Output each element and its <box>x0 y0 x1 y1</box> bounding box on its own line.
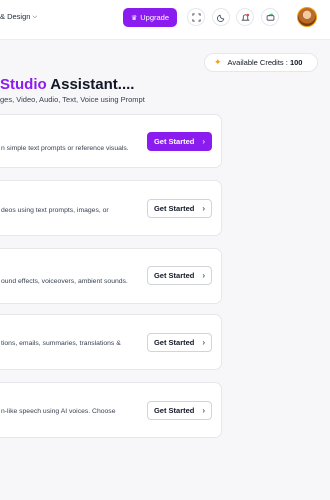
upgrade-label: Upgrade <box>140 13 170 22</box>
page-title-rest: Assistant.... <box>46 76 135 93</box>
nav-dropdown[interactable]: & Design ⌵ <box>0 12 37 21</box>
credits-value: 100 <box>289 58 303 67</box>
card-description: ound effects, voiceovers, ambient sounds… <box>1 278 128 285</box>
expand-icon <box>191 12 201 22</box>
moon-icon <box>216 14 224 22</box>
top-bar: & Design ⌵ ♛ Upgrade <box>0 0 330 40</box>
get-started-button[interactable]: Get Started › <box>147 401 212 420</box>
credits-badge: ✦ Available Credits : 100 <box>204 53 318 72</box>
sparkle-icon: ✦ <box>214 57 222 67</box>
tool-card-image: n simple text prompts or reference visua… <box>0 114 222 168</box>
chevron-down-icon: ⌵ <box>32 13 37 20</box>
chevron-right-icon: › <box>202 338 206 347</box>
chevron-right-icon: › <box>202 406 206 415</box>
card-description: n-like speech using AI voices. Choose <box>1 408 116 415</box>
chevron-right-icon: › <box>202 271 206 280</box>
upgrade-button[interactable]: ♛ Upgrade <box>123 8 177 27</box>
tool-card-video: deos using text prompts, images, or Get … <box>0 180 222 236</box>
wallet-button[interactable] <box>261 8 279 26</box>
avatar[interactable] <box>297 7 317 27</box>
theme-toggle-button[interactable] <box>212 8 230 26</box>
fullscreen-button[interactable] <box>187 8 205 26</box>
credits-label: Available Credits : <box>227 58 288 67</box>
get-started-button[interactable]: Get Started › <box>147 132 212 151</box>
get-started-label: Get Started <box>153 271 195 280</box>
get-started-button[interactable]: Get Started › <box>147 333 212 352</box>
notifications-button[interactable] <box>236 8 254 26</box>
get-started-button[interactable]: Get Started › <box>147 199 212 218</box>
crown-icon: ♛ <box>130 14 138 22</box>
chevron-right-icon: › <box>202 204 206 213</box>
bell-icon <box>240 13 250 21</box>
tool-card-audio: ound effects, voiceovers, ambient sounds… <box>0 248 222 304</box>
get-started-label: Get Started <box>153 137 195 146</box>
get-started-label: Get Started <box>153 406 195 415</box>
page-title: Studio Assistant.... <box>0 76 134 93</box>
card-description: deos using text prompts, images, or <box>1 207 109 214</box>
nav-dropdown-label: & Design <box>0 12 31 21</box>
card-description: n simple text prompts or reference visua… <box>1 145 129 152</box>
page-title-accent: Studio <box>0 76 47 93</box>
chevron-right-icon: › <box>202 137 206 146</box>
get-started-label: Get Started <box>153 204 195 213</box>
tool-card-text: tions, emails, summaries, translations &… <box>0 314 222 370</box>
get-started-label: Get Started <box>153 338 195 347</box>
page-subtitle: ges, Video, Audio, Text, Voice using Pro… <box>0 95 145 104</box>
get-started-button[interactable]: Get Started › <box>147 266 212 285</box>
card-description: tions, emails, summaries, translations & <box>1 340 121 347</box>
tool-card-voice: n-like speech using AI voices. Choose Ge… <box>0 382 222 438</box>
wallet-icon <box>266 12 274 21</box>
